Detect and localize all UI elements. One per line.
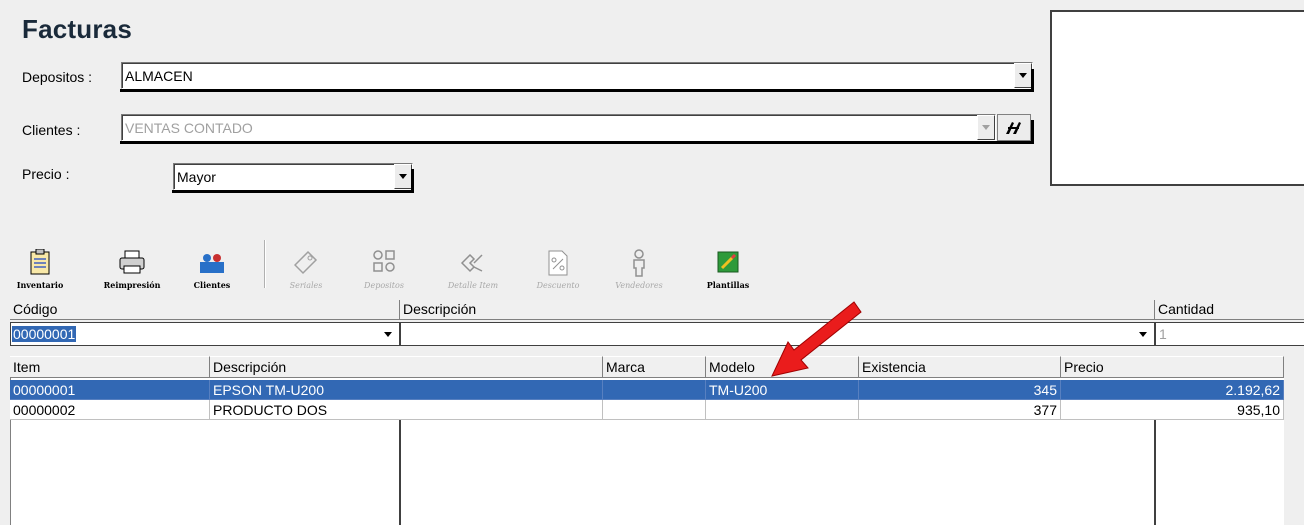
toolbar-label: Reimpresión <box>103 280 161 290</box>
codigo-value-wrap: 00000001 <box>11 326 377 342</box>
depositos-dropdown-button[interactable] <box>1014 63 1032 88</box>
toolbar-separator-highlight <box>265 240 266 288</box>
grid-header-descripcion[interactable]: Descripción <box>210 356 603 378</box>
client-info-panel <box>1050 10 1304 186</box>
chevron-down-icon <box>384 331 392 337</box>
precio-label: Precio : <box>22 166 70 182</box>
cantidad-input[interactable]: 1 <box>1155 322 1304 346</box>
toolbar-label: Plantillas <box>706 280 750 290</box>
grid-header-existencia[interactable]: Existencia <box>859 356 1061 378</box>
cell-existencia: 377 <box>859 400 1061 420</box>
chevron-down-icon <box>982 125 990 130</box>
toolbar-clientes-button[interactable]: Clientes <box>187 238 237 290</box>
depositos-value: ALMACEN <box>125 67 193 84</box>
cell-modelo <box>706 400 859 420</box>
grid-header-precio[interactable]: Precio <box>1061 356 1284 378</box>
page-title: Facturas <box>22 14 132 44</box>
clientes-label: Clientes : <box>22 122 81 138</box>
annotation-arrow-icon <box>771 301 862 377</box>
person-icon <box>625 249 653 277</box>
clipboard-icon <box>26 248 54 276</box>
toolbar-inventario-button[interactable]: Inventario <box>16 238 64 290</box>
chevron-down-icon <box>1139 331 1147 337</box>
cell-descripcion: PRODUCTO DOS <box>210 400 603 420</box>
clientes-select[interactable]: VENTAS CONTADO <box>121 114 996 141</box>
toolbar-descuento-button[interactable]: Descuento <box>530 238 586 290</box>
cell-descripcion: EPSON TM-U200 <box>210 380 603 400</box>
percent-icon <box>544 249 572 277</box>
depositos-edge <box>1031 69 1034 91</box>
toolbar-vendedores-button[interactable]: Vendedores <box>606 238 672 290</box>
clientes-shadow <box>120 141 1034 144</box>
clientes-edge <box>1031 120 1034 143</box>
cantidad-value: 1 <box>1159 326 1167 342</box>
cell-precio: 2.192,62 <box>1061 380 1284 400</box>
codigo-input[interactable]: 00000001 <box>10 322 400 346</box>
depositos-select[interactable]: ALMACEN <box>121 62 1033 89</box>
cell-precio: 935,10 <box>1061 400 1284 420</box>
toolbar-reimpresion-button[interactable]: Reimpresión <box>96 238 168 290</box>
descripcion-dropdown-button[interactable] <box>1132 323 1154 345</box>
template-icon <box>714 248 742 276</box>
table-row[interactable]: 00000001 EPSON TM-U200 TM-U200 345 2.192… <box>10 380 1284 400</box>
users-icon <box>198 248 226 276</box>
codigo-value: 00000001 <box>12 326 77 342</box>
grid-right-gutter <box>1284 356 1304 525</box>
detail-icon <box>459 249 487 277</box>
cell-marca <box>603 400 706 420</box>
precio-shadow <box>172 190 414 193</box>
toolbar-label: Depositos <box>364 281 404 290</box>
printer-icon <box>118 248 146 276</box>
toolbar-label: Vendedores <box>615 281 663 290</box>
precio-dropdown-button[interactable] <box>394 164 412 189</box>
cell-existencia: 345 <box>859 380 1061 400</box>
grid-header-marca[interactable]: Marca <box>603 356 706 378</box>
toolbar-seriales-button[interactable]: Seriales <box>284 238 328 290</box>
chevron-down-icon <box>399 174 407 179</box>
codigo-header: Código <box>10 300 400 320</box>
precio-value: Mayor <box>177 168 216 185</box>
clientes-value: VENTAS CONTADO <box>125 119 253 136</box>
toolbar-detalle-item-button[interactable]: Detalle Item <box>440 238 506 290</box>
cell-item: 00000001 <box>10 380 210 400</box>
toolbar-label: Detalle Item <box>447 281 499 290</box>
grid-icon <box>370 249 398 277</box>
depositos-label: Depositos : <box>22 69 93 85</box>
toolbar-label: Inventario <box>16 280 64 290</box>
search-client-button[interactable] <box>997 114 1031 141</box>
toolbar-depositos-button[interactable]: Depositos <box>356 238 412 290</box>
codigo-dropdown-button[interactable] <box>377 323 399 345</box>
cantidad-header: Cantidad <box>1155 300 1304 320</box>
table-row[interactable]: 00000002 PRODUCTO DOS 377 935,10 <box>10 400 1284 420</box>
cell-item: 00000002 <box>10 400 210 420</box>
binoculars-icon <box>1006 121 1021 134</box>
depositos-shadow <box>120 89 1034 92</box>
cell-marca <box>603 380 706 400</box>
grid-divider-left <box>399 420 401 525</box>
grid-divider-right <box>1154 420 1156 525</box>
clientes-dropdown-button[interactable] <box>977 115 995 140</box>
precio-select[interactable]: Mayor <box>173 163 413 190</box>
toolbar-label: Seriales <box>289 281 323 290</box>
toolbar-label: Descuento <box>536 281 580 290</box>
toolbar-label: Clientes <box>193 280 231 290</box>
toolbar-plantillas-button[interactable]: Plantillas <box>700 238 756 290</box>
tag-icon <box>292 249 320 277</box>
chevron-down-icon <box>1019 73 1027 78</box>
grid-header-item[interactable]: Item <box>10 356 210 378</box>
